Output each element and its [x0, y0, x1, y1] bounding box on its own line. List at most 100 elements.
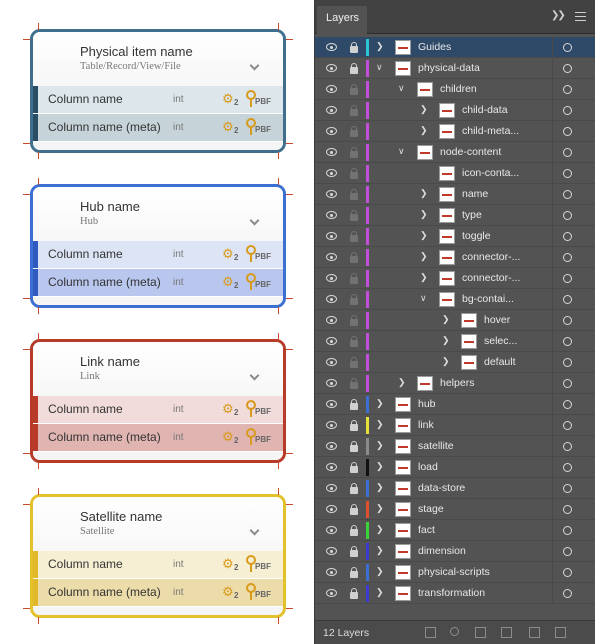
lock-icon[interactable]: [350, 315, 358, 326]
lock-icon[interactable]: [350, 378, 358, 389]
lock-icon[interactable]: [350, 294, 358, 305]
chevron-right-icon[interactable]: ❯: [376, 566, 385, 578]
target-circle-icon[interactable]: [563, 316, 572, 325]
lock-icon[interactable]: [350, 126, 358, 137]
chevron-right-icon[interactable]: ❯: [420, 104, 429, 116]
target-circle-icon[interactable]: [563, 43, 572, 52]
lock-icon[interactable]: [350, 441, 358, 452]
chevron-down-icon[interactable]: ∨: [398, 83, 407, 95]
visibility-eye-icon[interactable]: [326, 358, 337, 366]
lock-icon[interactable]: [350, 567, 358, 578]
layer-row[interactable]: ❯ dimension: [315, 541, 595, 562]
lock-icon[interactable]: [350, 42, 358, 53]
visibility-eye-icon[interactable]: [326, 400, 337, 408]
target-circle-icon[interactable]: [563, 85, 572, 94]
chevron-down-icon[interactable]: [250, 372, 260, 380]
layer-row[interactable]: ∨ node-content: [315, 142, 595, 163]
visibility-eye-icon[interactable]: [326, 85, 337, 93]
lock-icon[interactable]: [350, 420, 358, 431]
chevron-right-icon[interactable]: ❯: [376, 461, 385, 473]
layer-row[interactable]: ❯ default: [315, 352, 595, 373]
lock-icon[interactable]: [350, 147, 358, 158]
chevron-right-icon[interactable]: ❯: [376, 503, 385, 515]
chevron-right-icon[interactable]: ❯: [376, 440, 385, 452]
target-circle-icon[interactable]: [563, 274, 572, 283]
chevron-down-icon[interactable]: ∨: [398, 146, 407, 158]
layer-row[interactable]: ❯ fact: [315, 520, 595, 541]
target-circle-icon[interactable]: [563, 463, 572, 472]
lock-icon[interactable]: [350, 504, 358, 515]
visibility-eye-icon[interactable]: [326, 106, 337, 114]
collapse-panel-icon[interactable]: ❯❯: [551, 10, 566, 21]
column-row[interactable]: Column name (meta) int ⚙ 2 PBF: [33, 269, 283, 296]
layer-row[interactable]: ❯ stage: [315, 499, 595, 520]
target-circle-icon[interactable]: [563, 526, 572, 535]
visibility-eye-icon[interactable]: [326, 169, 337, 177]
chevron-down-icon[interactable]: ∨: [376, 62, 385, 74]
target-circle-icon[interactable]: [563, 148, 572, 157]
layer-row[interactable]: ∨ physical-data: [315, 58, 595, 79]
chevron-right-icon[interactable]: ❯: [442, 335, 451, 347]
target-circle-icon[interactable]: [563, 232, 572, 241]
layer-row[interactable]: ❯ hub: [315, 394, 595, 415]
lock-icon[interactable]: [350, 273, 358, 284]
target-circle-icon[interactable]: [563, 358, 572, 367]
new-layer-icon[interactable]: [529, 627, 540, 638]
node-card[interactable]: Physical item name Table/Record/View/File…: [30, 29, 286, 153]
chevron-right-icon[interactable]: ❯: [376, 587, 385, 599]
target-circle-icon[interactable]: [563, 190, 572, 199]
chevron-right-icon[interactable]: ❯: [420, 188, 429, 200]
layer-row[interactable]: ❯ child-data: [315, 100, 595, 121]
chevron-right-icon[interactable]: ❯: [376, 545, 385, 557]
visibility-eye-icon[interactable]: [326, 589, 337, 597]
target-circle-icon[interactable]: [563, 568, 572, 577]
column-row[interactable]: Column name int ⚙ 2 PBF: [33, 396, 283, 423]
locate-object-icon[interactable]: [450, 627, 459, 636]
visibility-eye-icon[interactable]: [326, 232, 337, 240]
lock-icon[interactable]: [350, 252, 358, 263]
visibility-eye-icon[interactable]: [326, 379, 337, 387]
visibility-eye-icon[interactable]: [326, 484, 337, 492]
target-circle-icon[interactable]: [563, 379, 572, 388]
visibility-eye-icon[interactable]: [326, 295, 337, 303]
lock-icon[interactable]: [350, 588, 358, 599]
lock-icon[interactable]: [350, 357, 358, 368]
layer-row[interactable]: ❯ load: [315, 457, 595, 478]
delete-layer-icon[interactable]: [555, 627, 566, 638]
target-circle-icon[interactable]: [563, 253, 572, 262]
visibility-eye-icon[interactable]: [326, 568, 337, 576]
target-circle-icon[interactable]: [563, 106, 572, 115]
target-circle-icon[interactable]: [563, 169, 572, 178]
clipping-mask-icon[interactable]: [475, 627, 486, 638]
layer-row[interactable]: ❯ connector-...: [315, 268, 595, 289]
chevron-right-icon[interactable]: ❯: [376, 398, 385, 410]
lock-icon[interactable]: [350, 525, 358, 536]
visibility-eye-icon[interactable]: [326, 442, 337, 450]
chevron-right-icon[interactable]: ❯: [420, 209, 429, 221]
node-card[interactable]: Hub name Hub Column name int ⚙ 2 PBF Column nam…: [30, 184, 286, 308]
visibility-eye-icon[interactable]: [326, 43, 337, 51]
layer-row[interactable]: ❯ type: [315, 205, 595, 226]
target-circle-icon[interactable]: [563, 442, 572, 451]
chevron-right-icon[interactable]: ❯: [376, 41, 385, 53]
chevron-right-icon[interactable]: ❯: [376, 419, 385, 431]
lock-icon[interactable]: [350, 399, 358, 410]
layer-row[interactable]: ❯ satellite: [315, 436, 595, 457]
column-row[interactable]: Column name (meta) int ⚙ 2 PBF: [33, 579, 283, 606]
column-row[interactable]: Column name int ⚙ 2 PBF: [33, 86, 283, 113]
target-circle-icon[interactable]: [563, 337, 572, 346]
layer-row[interactable]: ∨ bg-contai...: [315, 289, 595, 310]
chevron-down-icon[interactable]: [250, 527, 260, 535]
visibility-eye-icon[interactable]: [326, 253, 337, 261]
column-row[interactable]: Column name (meta) int ⚙ 2 PBF: [33, 114, 283, 141]
chevron-right-icon[interactable]: ❯: [420, 272, 429, 284]
layer-row[interactable]: ❯ connector-...: [315, 247, 595, 268]
layer-row[interactable]: ❯ child-meta...: [315, 121, 595, 142]
node-card[interactable]: Satellite name Satellite Column name int ⚙ 2 P…: [30, 494, 286, 618]
chevron-right-icon[interactable]: ❯: [420, 125, 429, 137]
layer-row[interactable]: ❯ name: [315, 184, 595, 205]
target-circle-icon[interactable]: [563, 421, 572, 430]
node-card[interactable]: Link name Link Column name int ⚙ 2 PBF Column n…: [30, 339, 286, 463]
layer-row[interactable]: ❯ Guides: [315, 37, 595, 58]
layer-row[interactable]: ❯ transformation: [315, 583, 595, 604]
